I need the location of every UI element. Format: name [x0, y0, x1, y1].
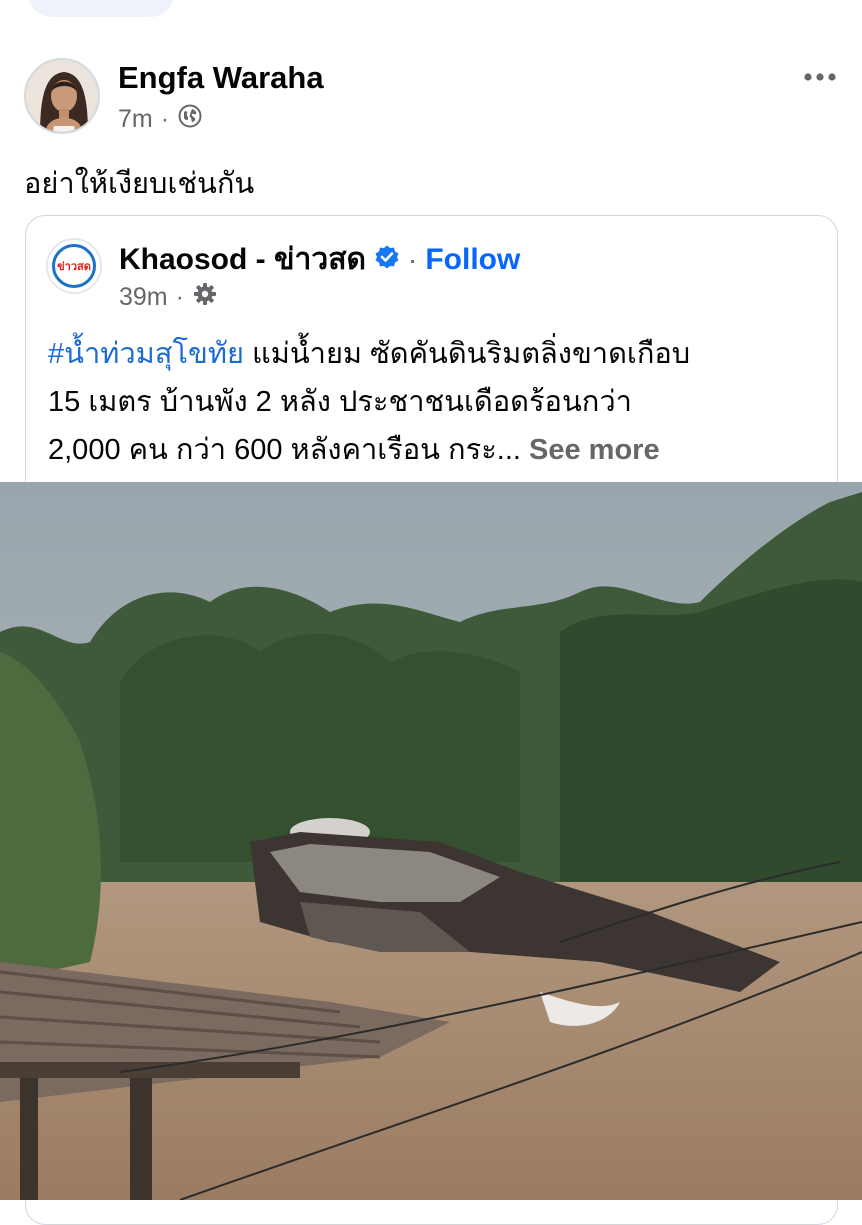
author-avatar[interactable]	[24, 58, 100, 134]
text-line-1-rest: แม่น้ำยม ซัดคันดินริมตลิ่งขาดเกือบ	[243, 338, 691, 370]
verified-badge-icon	[374, 244, 400, 275]
more-horizontal-icon[interactable]	[800, 62, 840, 92]
post-time[interactable]: 7m	[118, 105, 153, 134]
source-meta-separator: ·	[175, 283, 184, 311]
text-line-1: #น้ำท่วมสุโขทัย แม่น้ำยม ซัดคันดินริมตลิ…	[48, 330, 818, 378]
flood-photo[interactable]	[0, 482, 862, 1200]
text-line-3: 2,000 คน กว่า 600 หลังคาเรือน กระ... See…	[48, 426, 818, 474]
follow-button[interactable]: Follow	[425, 243, 520, 277]
flood-photo-image	[0, 482, 862, 1200]
hashtag-link[interactable]: #น้ำท่วมสุโขทัย	[48, 338, 244, 370]
gear-icon	[192, 281, 218, 314]
text-line-2: 15 เมตร บ้านพัง 2 หลัง ประชาชนเดือดร้อนก…	[48, 386, 632, 418]
see-more-link[interactable]: See more	[529, 434, 660, 466]
source-name[interactable]: Khaosod - ข่าวสด	[119, 236, 366, 283]
meta-separator: ·	[160, 105, 170, 133]
source-logo[interactable]: ข่าวสด	[46, 238, 102, 294]
post-caption: อย่าให้เงียบเช่นกัน	[24, 168, 255, 200]
avatar-photo	[26, 60, 98, 132]
shared-post-text: #น้ำท่วมสุโขทัย แม่น้ำยม ซัดคันดินริมตลิ…	[48, 330, 818, 474]
author-name[interactable]: Engfa Waraha	[118, 60, 324, 96]
source-logo-text: ข่าวสด	[52, 244, 96, 288]
source-meta: 39m ·	[119, 281, 218, 314]
source-header: Khaosod - ข่าวสด · Follow	[119, 236, 520, 283]
source-separator: ·	[408, 243, 418, 275]
text-line-3-content: 2,000 คน กว่า 600 หลังคาเรือน กระ...	[48, 434, 529, 466]
source-time[interactable]: 39m	[119, 283, 168, 312]
previous-post-pill	[28, 0, 174, 17]
globe-icon	[177, 103, 203, 136]
post-meta: 7m ·	[118, 103, 203, 136]
